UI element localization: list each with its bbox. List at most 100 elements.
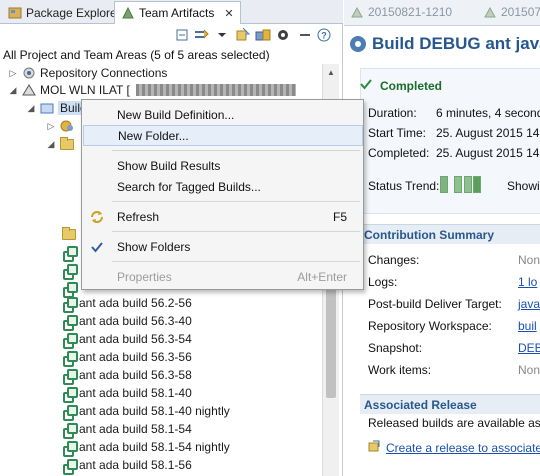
view-menu-chevron-down-icon[interactable]	[214, 27, 230, 43]
menu-item-show-folders[interactable]: Show Folders	[83, 236, 363, 257]
context-menu: New Build Definition... New Folder... Sh…	[81, 99, 364, 290]
tree-node-build-definition[interactable]: ant ada build 58.1-54 nightly	[62, 438, 230, 457]
repository-workspace-link[interactable]: buil	[518, 319, 537, 333]
editor-tab-build-1[interactable]: 20150821-1210	[350, 5, 452, 19]
status-trend-label: Status Trend:	[368, 179, 440, 193]
tree-label-build-definition: ant ada build 56.3-54	[79, 332, 192, 346]
build-definition-icon	[62, 458, 78, 475]
tree-node-build-definition[interactable]: ant ada build 58.1-40	[62, 384, 192, 403]
snapshot-link[interactable]: DEB	[518, 341, 540, 355]
menu-item-label: New Build Definition...	[117, 107, 235, 122]
tree-node-build-definition[interactable]: ant ada build 58.1-54	[62, 420, 192, 439]
tree-label-build-definition: ant ada build 58.1-40 nightly	[79, 404, 230, 418]
logs-label: Logs:	[368, 275, 398, 289]
link-with-editor-icon[interactable]	[194, 27, 210, 43]
tree-node-project-area[interactable]: ◢ MOL WLN ILAT [	[8, 81, 296, 99]
team-artifacts-icon	[121, 6, 135, 20]
tree-node-build-engines[interactable]: ▷	[46, 117, 74, 135]
tab-package-explorer-label: Package Explorer	[26, 5, 121, 20]
tree-node-build-definition[interactable]: ant ada build 56.3-40	[62, 312, 192, 331]
tree-node-repository-connections[interactable]: ▷ Repository Connections	[8, 64, 168, 82]
repository-connection-icon	[22, 66, 36, 80]
tree-node-build-definition[interactable]: ant ada build 56.3-54	[62, 330, 192, 349]
create-release-link[interactable]: Create a release to associate w	[386, 441, 540, 455]
editor-tab-bar: 20150821-1210 2015072	[344, 0, 540, 26]
menu-separator	[112, 231, 360, 232]
collapse-chevron-icon[interactable]: ◢	[46, 139, 56, 150]
associated-release-header[interactable]: Associated Release	[360, 394, 540, 414]
tab-team-artifacts[interactable]: Team Artifacts ✕	[114, 1, 241, 24]
collapse-all-icon[interactable]	[174, 27, 190, 43]
page-title-text: Build DEBUG ant java	[372, 34, 540, 53]
changes-label: Changes:	[368, 253, 420, 267]
page-title: Build DEBUG ant java	[350, 34, 540, 54]
menu-item-properties[interactable]: Properties Alt+Enter	[83, 266, 363, 287]
settings-gear-icon[interactable]	[275, 27, 291, 43]
associated-release-title: Associated Release	[364, 397, 477, 412]
tab-package-explorer[interactable]: Package Explorer	[2, 1, 127, 24]
tree-node-build-definition[interactable]	[62, 243, 78, 262]
work-items-value: Non	[518, 363, 540, 377]
create-release-row: Create a release to associate w	[368, 440, 540, 455]
tree-node-build-definition[interactable]: ant ada build 56.2-56	[62, 294, 192, 313]
build-engine-icon	[60, 119, 74, 133]
menu-item-search-tagged-builds[interactable]: Search for Tagged Builds...	[83, 176, 363, 197]
status-text: Completed	[380, 78, 443, 93]
collapse-chevron-icon[interactable]: ◢	[26, 103, 36, 114]
collapse-chevron-icon[interactable]: ◢	[8, 85, 18, 96]
view-toolbar: ?	[0, 24, 343, 46]
release-description: Released builds are available as ch	[368, 416, 540, 430]
minimize-icon[interactable]	[297, 27, 313, 43]
team-area-icon[interactable]	[255, 27, 271, 43]
project-area-icon	[22, 83, 36, 97]
build-definition-icon	[62, 332, 78, 349]
refresh-shortcut: F5	[332, 209, 347, 224]
tree-label-build-definition: ant ada build 58.1-54 nightly	[79, 440, 230, 454]
build-definition-icon	[62, 281, 78, 298]
editor-tab-label: 20150821-1210	[368, 5, 453, 19]
contribution-summary-header[interactable]: Contribution Summary	[360, 224, 540, 244]
completed-value: 25. August 2015 14:2	[436, 146, 540, 160]
expand-chevron-icon[interactable]: ▷	[46, 121, 56, 132]
menu-item-label: Show Build Results	[117, 158, 221, 173]
build-definition-icon	[62, 422, 78, 439]
build-definition-icon	[62, 314, 78, 331]
tree-node-build-definition[interactable]: ant ada build 56.3-56	[62, 348, 192, 367]
completed-label: Completed:	[368, 146, 430, 160]
logs-link[interactable]: 1 lo	[518, 275, 537, 289]
build-definition-icon	[62, 440, 78, 457]
tree-node-folder[interactable]: ◢	[46, 135, 74, 153]
tree-node-builds[interactable]: ◢ Build	[26, 99, 89, 117]
build-definition-icon[interactable]	[235, 27, 251, 43]
showing-label: Showi	[507, 179, 540, 193]
close-tab-icon[interactable]: ✕	[224, 7, 233, 20]
help-icon[interactable]: ?	[316, 27, 332, 43]
expand-chevron-icon[interactable]: ▷	[8, 68, 18, 79]
tree-node-build-definition[interactable]: ant ada build 58.1-56	[62, 456, 192, 475]
menu-item-new-build-definition[interactable]: New Build Definition...	[83, 104, 363, 125]
trend-bar	[454, 176, 462, 193]
contribution-summary-title: Contribution Summary	[364, 227, 495, 242]
tab-team-artifacts-label: Team Artifacts	[139, 6, 215, 20]
menu-item-show-build-results[interactable]: Show Build Results	[83, 155, 363, 176]
deliver-target-label: Post-build Deliver Target:	[368, 297, 502, 311]
checkmark-icon	[360, 78, 372, 93]
tree-node-build-definition[interactable]: ant ada build 56.3-58	[62, 366, 192, 385]
status-badge: Completed	[360, 78, 540, 93]
menu-item-refresh[interactable]: Refresh F5	[83, 206, 363, 227]
scroll-up-arrow-icon[interactable]: ▲	[323, 64, 339, 80]
tree-node-build-definition[interactable]	[62, 261, 78, 280]
menu-separator	[112, 150, 360, 151]
deliver-target-link[interactable]: java	[518, 297, 540, 311]
start-time-label: Start Time:	[368, 126, 427, 140]
menu-item-new-folder[interactable]: New Folder...	[83, 125, 363, 146]
tree-node-folder[interactable]	[62, 225, 76, 243]
tree-node-build-definition[interactable]: ant ada build 58.1-40 nightly	[62, 402, 230, 421]
editor-tab-build-2[interactable]: 2015072	[483, 5, 540, 19]
build-result-icon	[350, 5, 364, 19]
tree-label-build-definition: ant ada build 56.3-58	[79, 368, 192, 382]
work-items-label: Work items:	[368, 363, 432, 377]
menu-item-label: New Folder...	[118, 128, 189, 143]
package-explorer-icon	[8, 6, 22, 20]
tree-label-build-definition: ant ada build 58.1-54	[79, 422, 192, 436]
